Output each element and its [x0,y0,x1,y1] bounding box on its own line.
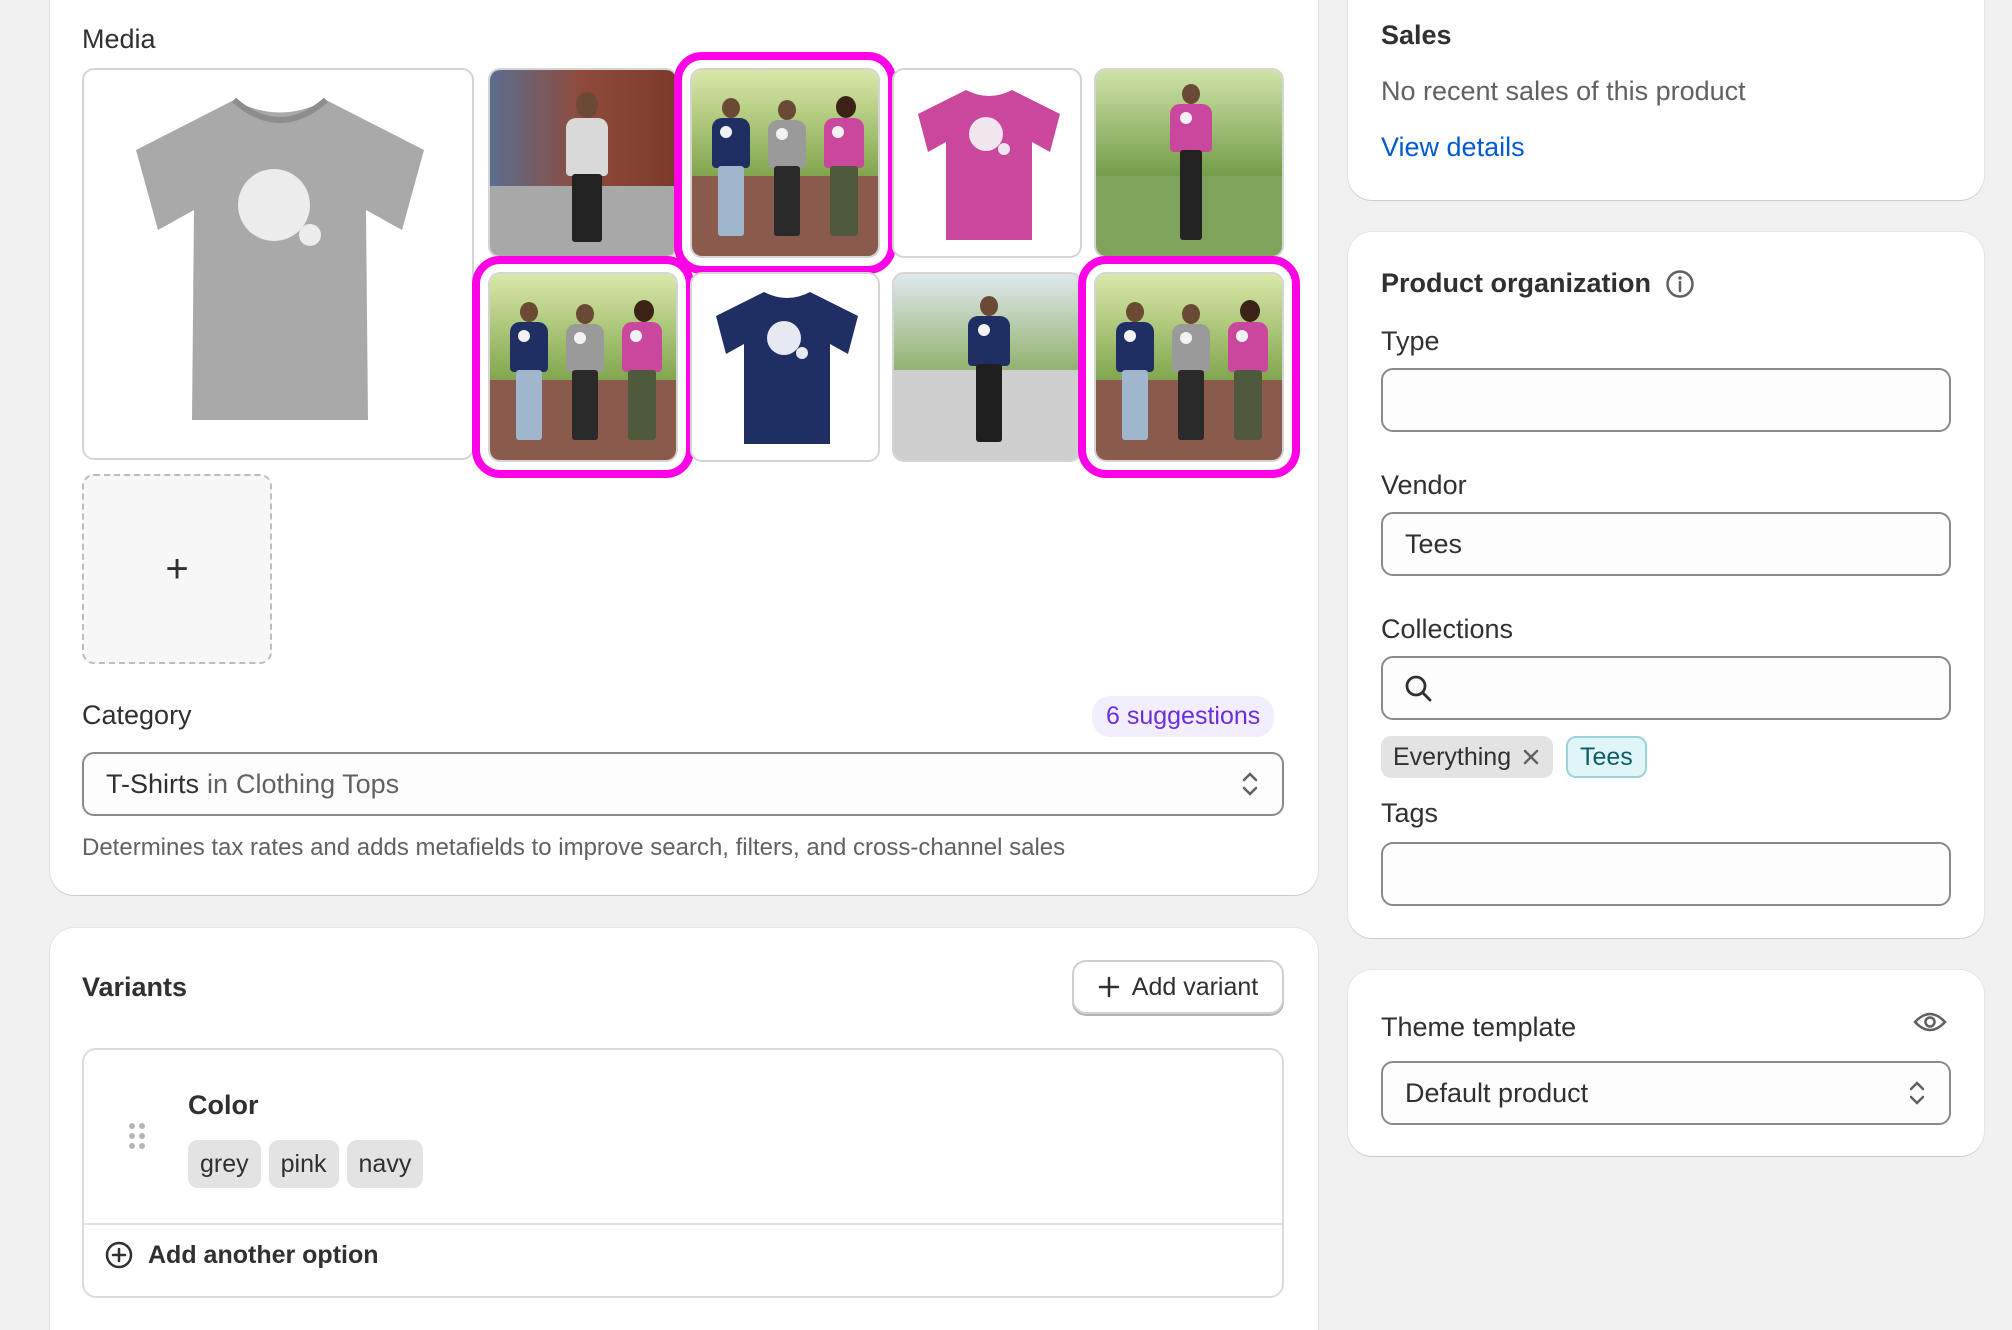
group-photo [692,70,878,256]
media-item-bike-photo[interactable] [1094,68,1284,258]
option-values[interactable]: grey pink navy [188,1140,431,1188]
bike-photo [1096,70,1282,256]
add-variant-button[interactable]: Add variant [1072,960,1284,1014]
plus-circle-icon [105,1241,133,1269]
view-details-link[interactable]: View details [1381,132,1525,163]
category-help-text: Determines tax rates and adds metafields… [82,834,1066,861]
variants-title: Variants [82,972,188,1002]
info-icon[interactable] [1665,269,1695,299]
collection-tag-label: Tees [1580,742,1633,771]
media-item-main-grey-tee[interactable] [82,68,474,460]
theme-template-value: Default product [1405,1077,1589,1108]
navy-tee-image [716,292,858,444]
media-item-group-photo-2[interactable] [472,256,694,478]
plus-icon [1098,976,1120,998]
add-another-option-button[interactable]: Add another option [104,1240,379,1270]
drag-handle-icon[interactable] [128,1122,146,1150]
media-item-group-photo-3[interactable] [1078,256,1300,478]
collection-tag-tees: Tees [1566,736,1647,778]
product-organization-header: Product organization [1381,268,1695,299]
sales-title: Sales [1381,20,1452,50]
skatepark-photo [894,274,1080,460]
category-label: Category [82,700,192,730]
media-item-street-photo[interactable] [488,68,678,258]
divider [84,1223,1282,1225]
tags-label: Tags [1381,798,1439,828]
pink-tee-image [918,90,1060,240]
group-photo [1096,274,1282,460]
vendor-input[interactable]: Tees [1381,512,1951,576]
category-value-parent: Clothing Tops [236,768,400,799]
collections-search-input[interactable] [1381,656,1951,720]
option-value-chip: grey [188,1140,261,1188]
category-value-main: T-Shirts [106,768,200,799]
category-suggestions-badge[interactable]: 6 suggestions [1092,696,1275,737]
option-value-chip: pink [268,1140,339,1188]
product-organization-card [1348,232,1984,938]
variant-options-box: Color grey pink navy Add another option [82,1048,1284,1298]
sales-empty-text: No recent sales of this product [1381,76,1746,106]
collection-tag-everything: Everything [1381,736,1554,778]
option-value-chip: navy [346,1140,424,1188]
select-chevron-icon [1242,772,1258,796]
collections-label: Collections [1381,614,1514,644]
media-title: Media [82,24,156,54]
product-organization-title: Product organization [1381,268,1651,298]
add-another-option-label: Add another option [148,1240,379,1269]
category-select[interactable]: T-Shirts in Clothing Tops [82,752,1284,816]
media-item-navy-tee[interactable] [690,272,880,462]
theme-template-title: Theme template [1381,1012,1577,1042]
street-photo [490,70,676,256]
group-photo [490,274,676,460]
collection-tag-label: Everything [1393,742,1512,771]
select-chevron-icon [1909,1081,1925,1105]
media-item-pink-tee[interactable] [892,68,1082,258]
eye-icon[interactable] [1913,1010,1947,1034]
tags-input[interactable] [1381,842,1951,906]
media-item-group-photo-1[interactable] [674,52,896,274]
add-media-button[interactable]: + [82,474,272,664]
vendor-label: Vendor [1381,470,1467,500]
close-icon[interactable] [1521,747,1541,767]
theme-template-select[interactable]: Default product [1381,1061,1951,1125]
add-variant-label: Add variant [1131,972,1259,1001]
option-name[interactable]: Color [188,1090,259,1121]
search-icon [1405,675,1432,702]
type-label: Type [1381,326,1440,356]
grey-tee-image [136,97,424,420]
media-item-skatepark-photo[interactable] [892,272,1082,462]
category-value-in: in [207,768,229,799]
type-input[interactable] [1381,368,1951,432]
plus-icon: + [165,546,189,591]
vendor-value: Tees [1405,528,1463,559]
